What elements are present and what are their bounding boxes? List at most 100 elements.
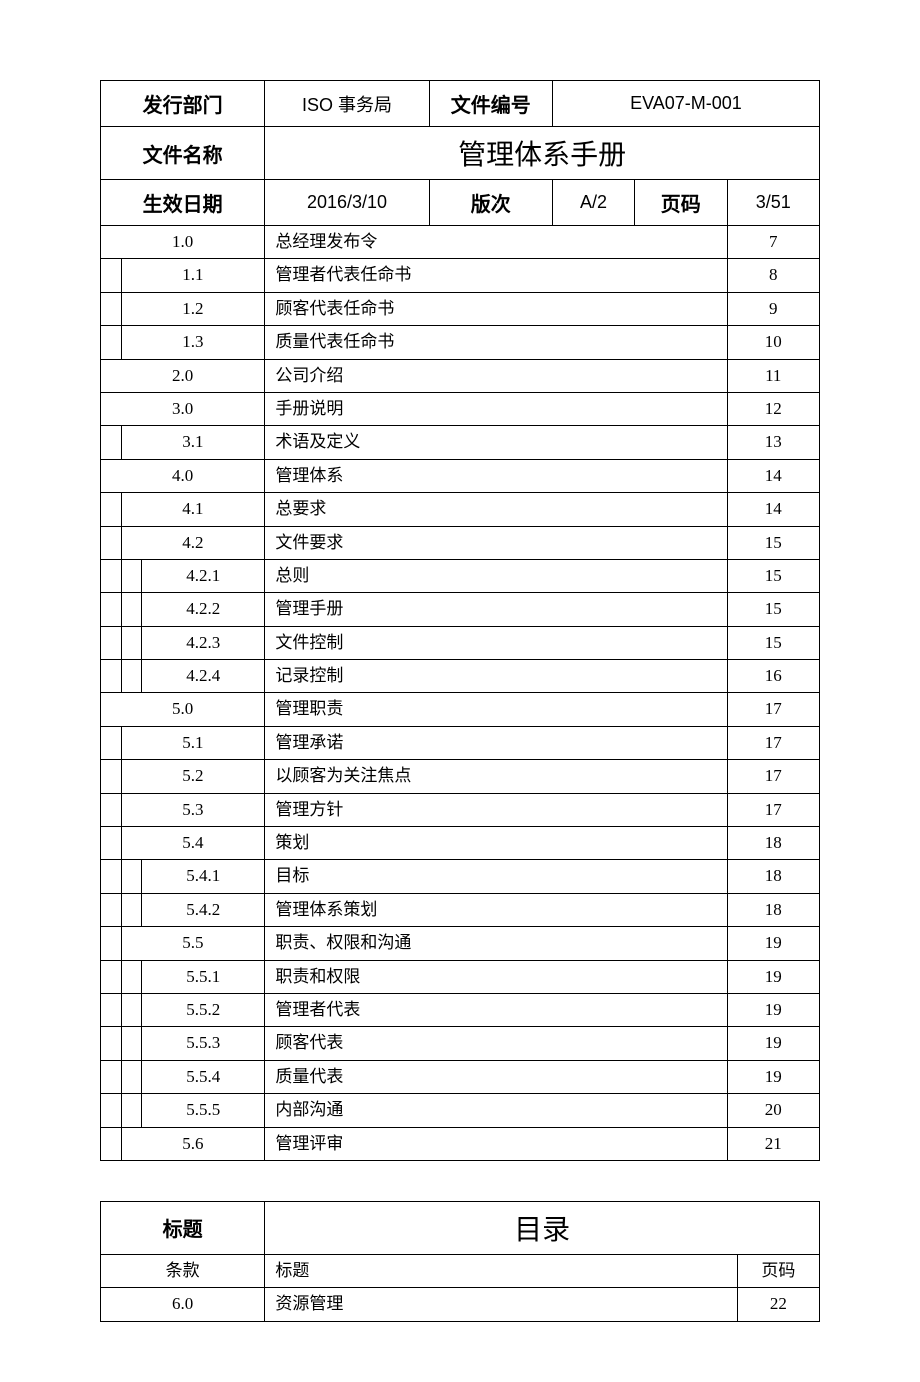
toc-page: 22: [737, 1288, 819, 1321]
toc-row: 1.0总经理发布令7: [101, 226, 820, 259]
toc-title: 职责、权限和沟通: [265, 927, 727, 960]
toc-row: 1.2顾客代表任命书9: [101, 292, 820, 325]
toc-row: 2.0公司介绍11: [101, 359, 820, 392]
toc-title: 总经理发布令: [265, 226, 727, 259]
indent-cell: [121, 1060, 142, 1093]
toc-row: 5.4.2管理体系策划18: [101, 893, 820, 926]
toc-number: 5.5.4: [142, 1060, 265, 1093]
toc-page: 12: [727, 392, 820, 425]
toc-number: 5.4.2: [142, 893, 265, 926]
indent-cell: [121, 660, 142, 693]
indent-cell: [101, 1060, 122, 1093]
col-header-page: 页码: [737, 1254, 819, 1287]
toc-page: 18: [727, 860, 820, 893]
toc-number: 4.2.2: [142, 593, 265, 626]
toc-row: 4.2.3文件控制15: [101, 626, 820, 659]
indent-cell: [101, 259, 122, 292]
toc-title: 管理手册: [265, 593, 727, 626]
toc-number: 5.3: [121, 793, 265, 826]
indent-cell: [101, 827, 122, 860]
toc-number: 5.0: [101, 693, 265, 726]
toc-row: 5.5.5内部沟通20: [101, 1094, 820, 1127]
toc-row: 4.1总要求14: [101, 493, 820, 526]
toc-number: 5.5: [121, 927, 265, 960]
toc-row: 5.4.1目标18: [101, 860, 820, 893]
toc-row: 5.5.1职责和权限19: [101, 960, 820, 993]
toc-section-2: 标题 目录 条款 标题 页码 6.0资源管理22: [100, 1201, 820, 1322]
toc-number: 4.2.1: [142, 559, 265, 592]
toc-row: 4.2.2管理手册15: [101, 593, 820, 626]
toc-number: 4.2.3: [142, 626, 265, 659]
toc-row: 4.2文件要求15: [101, 526, 820, 559]
toc-page: 19: [727, 1060, 820, 1093]
toc-title: 管理体系: [265, 459, 727, 492]
indent-cell: [121, 860, 142, 893]
toc-page: 19: [727, 960, 820, 993]
indent-cell: [101, 960, 122, 993]
doc-title: 管理体系手册: [265, 127, 820, 180]
toc-page: 15: [727, 526, 820, 559]
dept-value: ISO 事务局: [265, 81, 429, 127]
indent-cell: [101, 426, 122, 459]
toc-title: 目标: [265, 860, 727, 893]
indent-cell: [101, 927, 122, 960]
rev-value: A/2: [552, 180, 634, 226]
toc-row: 5.5.3顾客代表19: [101, 1027, 820, 1060]
toc-number: 5.5.5: [142, 1094, 265, 1127]
toc-number: 4.2.4: [142, 660, 265, 693]
toc-page: 17: [727, 726, 820, 759]
toc-title: 内部沟通: [265, 1094, 727, 1127]
date-value: 2016/3/10: [265, 180, 429, 226]
indent-cell: [101, 1094, 122, 1127]
toc-title: 顾客代表任命书: [265, 292, 727, 325]
toc-row: 5.3管理方针17: [101, 793, 820, 826]
indent-cell: [121, 626, 142, 659]
toc-number: 5.2: [121, 760, 265, 793]
toc-row: 5.4策划18: [101, 827, 820, 860]
toc-page: 17: [727, 793, 820, 826]
toc-title: 管理者代表: [265, 993, 727, 1026]
toc-title: 文件控制: [265, 626, 727, 659]
toc-number: 5.5.3: [142, 1027, 265, 1060]
toc-row: 1.1管理者代表任命书8: [101, 259, 820, 292]
toc-row: 3.1术语及定义13: [101, 426, 820, 459]
toc-page: 15: [727, 626, 820, 659]
indent-cell: [101, 493, 122, 526]
toc-page: 19: [727, 993, 820, 1026]
rev-label: 版次: [429, 180, 552, 226]
indent-cell: [101, 526, 122, 559]
indent-cell: [121, 1027, 142, 1060]
toc-page: 18: [727, 893, 820, 926]
toc-title: 管理承诺: [265, 726, 727, 759]
toc-row: 5.5职责、权限和沟通19: [101, 927, 820, 960]
indent-cell: [101, 660, 122, 693]
toc-title: 策划: [265, 827, 727, 860]
section2-header-label: 标题: [101, 1201, 265, 1254]
toc-title: 管理体系策划: [265, 893, 727, 926]
toc-page: 14: [727, 459, 820, 492]
indent-cell: [101, 593, 122, 626]
toc-title: 记录控制: [265, 660, 727, 693]
toc-title: 总要求: [265, 493, 727, 526]
toc-number: 6.0: [101, 1288, 265, 1321]
toc-page: 8: [727, 259, 820, 292]
toc-title: 管理者代表任命书: [265, 259, 727, 292]
toc-page: 19: [727, 1027, 820, 1060]
toc-number: 1.0: [101, 226, 265, 259]
toc-number: 5.5.1: [142, 960, 265, 993]
indent-cell: [121, 993, 142, 1026]
toc-number: 2.0: [101, 359, 265, 392]
indent-cell: [121, 559, 142, 592]
indent-cell: [101, 760, 122, 793]
toc-title: 管理方针: [265, 793, 727, 826]
toc-title: 文件要求: [265, 526, 727, 559]
toc-page: 19: [727, 927, 820, 960]
toc-title: 职责和权限: [265, 960, 727, 993]
toc-number: 5.5.2: [142, 993, 265, 1026]
toc-page: 9: [727, 292, 820, 325]
col-header-num: 条款: [101, 1254, 265, 1287]
indent-cell: [101, 860, 122, 893]
page-label: 页码: [635, 180, 727, 226]
dept-label: 发行部门: [101, 81, 265, 127]
indent-cell: [121, 1094, 142, 1127]
